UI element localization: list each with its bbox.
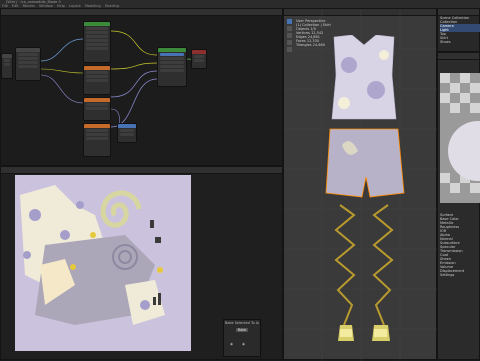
material-preview <box>440 73 480 203</box>
outliner-list: Scene Collection Collection Camera Light… <box>440 16 480 44</box>
popup-icon-1[interactable]: ◉ <box>230 342 233 346</box>
outliner-item[interactable]: Shoes <box>440 40 480 44</box>
transform-tool-icon[interactable] <box>287 47 292 52</box>
properties-panel[interactable]: Surface Base Color Metallic Roughness IO… <box>437 52 480 360</box>
move-tool-icon[interactable] <box>287 26 292 31</box>
uv-editor-header <box>1 167 282 174</box>
node-vector-math[interactable] <box>191 49 207 69</box>
outliner-header <box>438 9 479 16</box>
node-mapping[interactable] <box>1 53 13 79</box>
properties-header <box>438 53 479 60</box>
bake-popup: Bake Selected To Active Bake ◉ ◉ <box>223 319 261 357</box>
node-normal-map[interactable] <box>83 65 111 95</box>
rotate-tool-icon[interactable] <box>287 33 292 38</box>
node-image-texture[interactable] <box>15 47 41 81</box>
outliner[interactable]: Scene Collection Collection Camera Light… <box>437 8 480 52</box>
scale-tool-icon[interactable] <box>287 40 292 45</box>
viewport-toolbar <box>287 19 293 79</box>
bake-popup-title: Bake Selected To Active <box>225 321 259 325</box>
node-editor[interactable] <box>0 8 283 166</box>
uv-islands <box>20 185 165 325</box>
3d-viewport[interactable]: User Perspective (1) Collection | Skirt … <box>283 8 438 361</box>
material-settings-list: Surface Base Color Metallic Roughness IO… <box>440 213 480 277</box>
uv-texture-image <box>15 175 191 351</box>
bake-button[interactable]: Bake <box>236 328 248 332</box>
node-material-output[interactable] <box>157 47 187 87</box>
node-bump[interactable] <box>83 123 111 157</box>
property-row[interactable]: Settings <box>440 273 480 277</box>
uv-editor[interactable]: Bake Selected To Active Bake ◉ ◉ <box>0 166 283 360</box>
select-tool-icon[interactable] <box>287 19 292 24</box>
node-mix[interactable] <box>83 97 111 121</box>
node-principled-bsdf[interactable] <box>83 21 111 63</box>
node-links <box>40 30 206 138</box>
garment-model <box>325 35 405 341</box>
popup-icon-2[interactable]: ◉ <box>242 342 245 346</box>
node-small-output[interactable] <box>117 123 137 143</box>
